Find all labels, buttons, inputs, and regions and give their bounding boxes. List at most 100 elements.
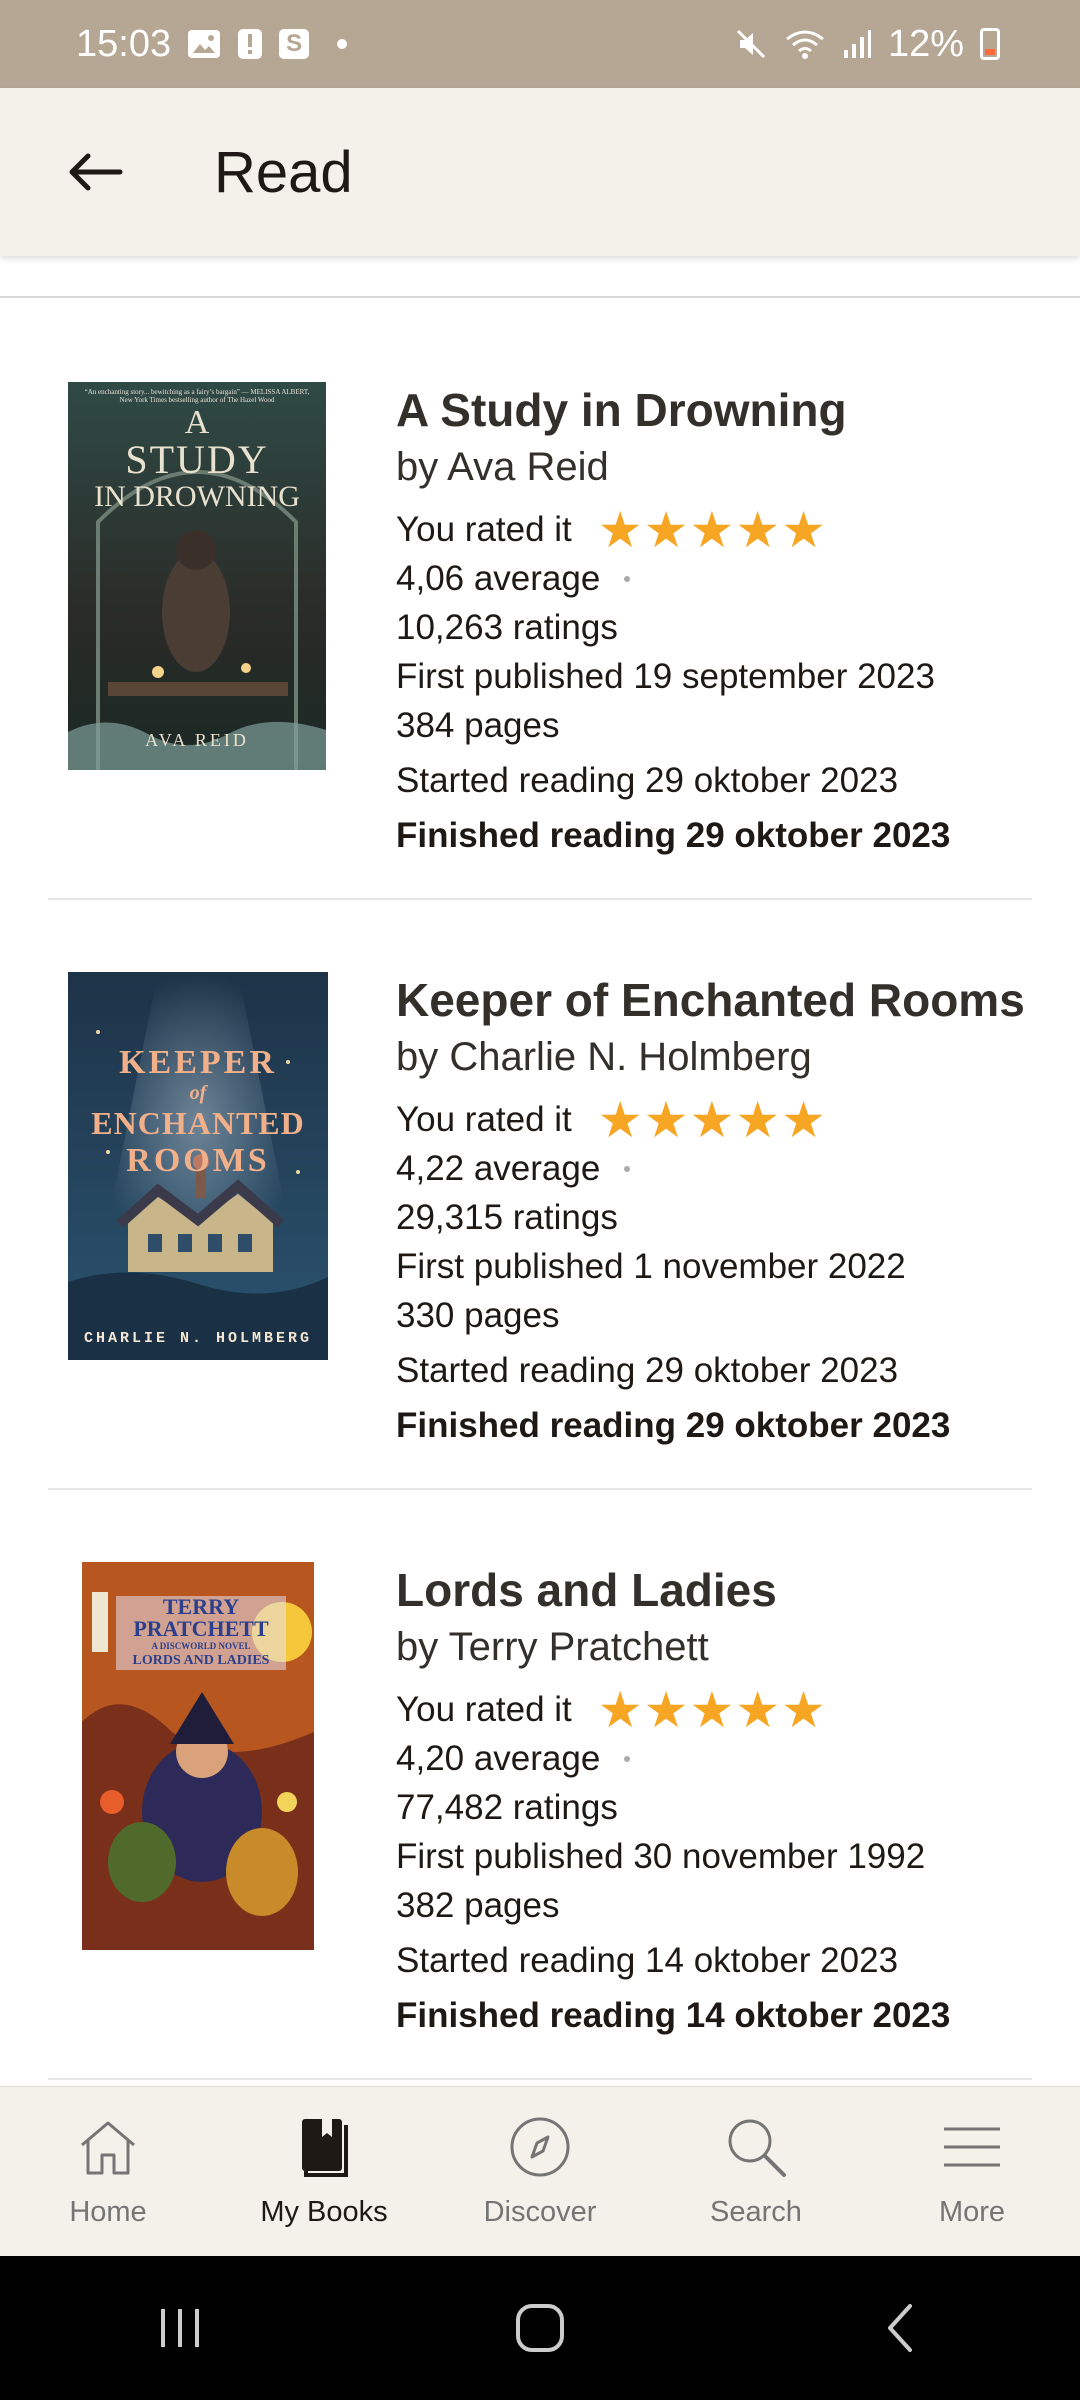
s-app-icon: S <box>279 29 310 59</box>
average-rating: 4,20 average <box>396 1739 601 1778</box>
book-author[interactable]: by Charlie N. Holmberg <box>396 1032 1036 1082</box>
star-rating[interactable]: ★ ★ ★ ★ ★ <box>598 1095 827 1145</box>
page-title: Read <box>214 139 353 205</box>
signal-icon <box>842 28 872 60</box>
star-icon[interactable]: ★ <box>644 1095 689 1145</box>
star-icon[interactable]: ★ <box>781 1095 826 1145</box>
cover-title-line: LORDS AND LADIES <box>132 1653 270 1668</box>
compass-icon <box>508 2115 572 2184</box>
finished-reading: Finished reading 29 oktober 2023 <box>396 816 951 855</box>
cover-title-line: ENCHANTED <box>91 1105 305 1141</box>
page-count: 330 pages <box>396 1296 560 1335</box>
book-list-item[interactable]: TERRY PRATCHETT A DISCWORLD NOVEL LORDS … <box>48 1556 1032 2080</box>
cover-title-line: TERRY <box>162 1594 240 1619</box>
book-title[interactable]: A Study in Drowning <box>396 382 1036 438</box>
my-books-icon <box>292 2115 356 2184</box>
cover-author: AVA REID <box>145 730 249 750</box>
nav-my-books[interactable]: My Books <box>216 2087 432 2257</box>
book-cover[interactable]: KEEPER of ENCHANTED ROOMS CHARLIE N. HOL… <box>68 972 328 1360</box>
nav-label: Home <box>69 2196 147 2228</box>
app-bar: Read <box>0 88 1080 256</box>
book-list-item[interactable]: “An enchanting story... bewitching as a … <box>48 376 1032 900</box>
book-author[interactable]: by Terry Pratchett <box>396 1622 1036 1672</box>
mute-icon <box>734 27 768 61</box>
divider <box>0 296 1080 298</box>
star-icon[interactable]: ★ <box>781 1685 826 1735</box>
nav-label: More <box>938 2196 1006 2228</box>
star-icon[interactable]: ★ <box>598 1685 643 1735</box>
rated-label: You rated it <box>396 1690 572 1729</box>
wifi-icon <box>784 27 826 61</box>
star-rating[interactable]: ★ ★ ★ ★ ★ <box>598 505 827 555</box>
nav-label: My Books <box>260 2196 388 2228</box>
ratings-count: 10,263 ratings <box>396 608 618 647</box>
star-icon[interactable]: ★ <box>735 1095 780 1145</box>
nav-more[interactable]: More <box>864 2087 1080 2257</box>
cover-author: CHARLIE N. HOLMBERG <box>83 1330 313 1347</box>
recents-button[interactable] <box>120 2278 240 2378</box>
battery-percent: 12% <box>887 22 964 65</box>
cover-title-line: IN DROWNING <box>94 480 300 513</box>
cover-title-line: A DISCWORLD NOVEL <box>151 1641 251 1651</box>
book-title[interactable]: Lords and Ladies <box>396 1562 1036 1618</box>
star-icon[interactable]: ★ <box>689 1095 734 1145</box>
back-button[interactable] <box>840 2278 960 2378</box>
finished-reading: Finished reading 14 oktober 2023 <box>396 1996 951 2035</box>
star-icon[interactable]: ★ <box>598 1095 643 1145</box>
nav-label: Search <box>710 2196 802 2228</box>
search-icon <box>724 2115 788 2184</box>
cover-title-line: A <box>184 404 210 441</box>
book-cover[interactable]: “An enchanting story... bewitching as a … <box>68 382 326 770</box>
ratings-count: 77,482 ratings <box>396 1788 618 1827</box>
started-reading: Started reading 29 oktober 2023 <box>396 761 899 800</box>
home-icon <box>76 2115 140 2184</box>
average-rating: 4,06 average <box>396 559 601 598</box>
dot-icon <box>337 39 348 49</box>
nav-discover[interactable]: Discover <box>432 2087 648 2257</box>
bottom-navigation: Home My Books Discover Search More <box>0 2086 1080 2257</box>
separator-dot <box>624 575 631 582</box>
cover-title-line: ROOMS <box>126 1142 270 1179</box>
cover-blurb: “An enchanting story... bewitching as a … <box>84 388 310 404</box>
star-icon[interactable]: ★ <box>644 1685 689 1735</box>
alert-icon <box>237 28 263 60</box>
star-rating[interactable]: ★ ★ ★ ★ ★ <box>598 1685 827 1735</box>
finished-reading: Finished reading 29 oktober 2023 <box>396 1406 951 1445</box>
first-published: First published 1 november 2022 <box>396 1247 906 1286</box>
cover-title-line: PRATCHETT <box>133 1616 269 1641</box>
home-button[interactable] <box>480 2278 600 2378</box>
book-cover[interactable]: TERRY PRATCHETT A DISCWORLD NOVEL LORDS … <box>82 1562 314 1950</box>
average-rating: 4,22 average <box>396 1149 601 1188</box>
star-icon[interactable]: ★ <box>735 1685 780 1735</box>
rated-label: You rated it <box>396 510 572 549</box>
separator-dot <box>624 1165 631 1172</box>
star-icon[interactable]: ★ <box>735 505 780 555</box>
book-author[interactable]: by Ava Reid <box>396 442 1036 492</box>
clock: 15:03 <box>76 22 172 65</box>
ratings-count: 29,315 ratings <box>396 1198 618 1237</box>
menu-icon <box>940 2115 1004 2184</box>
star-icon[interactable]: ★ <box>689 505 734 555</box>
star-icon[interactable]: ★ <box>689 1685 734 1735</box>
book-list-item[interactable]: KEEPER of ENCHANTED ROOMS CHARLIE N. HOL… <box>48 966 1032 1490</box>
nav-search[interactable]: Search <box>648 2087 864 2257</box>
battery-icon <box>980 28 1000 60</box>
started-reading: Started reading 14 oktober 2023 <box>396 1941 899 1980</box>
status-bar: 15:03 S 12% <box>0 0 1080 88</box>
star-icon[interactable]: ★ <box>644 505 689 555</box>
cover-title-line: KEEPER <box>119 1044 277 1081</box>
nav-label: Discover <box>483 2196 597 2228</box>
nav-home[interactable]: Home <box>0 2087 216 2257</box>
first-published: First published 19 september 2023 <box>396 657 935 696</box>
star-icon[interactable]: ★ <box>781 505 826 555</box>
separator-dot <box>624 1755 631 1762</box>
first-published: First published 30 november 1992 <box>396 1837 926 1876</box>
started-reading: Started reading 29 oktober 2023 <box>396 1351 899 1390</box>
book-title[interactable]: Keeper of Enchanted Rooms <box>396 972 1036 1028</box>
image-icon <box>187 29 221 59</box>
page-count: 384 pages <box>396 706 560 745</box>
system-navigation-bar <box>0 2256 1080 2400</box>
page-count: 382 pages <box>396 1886 560 1925</box>
back-arrow-icon[interactable] <box>46 124 142 220</box>
star-icon[interactable]: ★ <box>598 505 643 555</box>
